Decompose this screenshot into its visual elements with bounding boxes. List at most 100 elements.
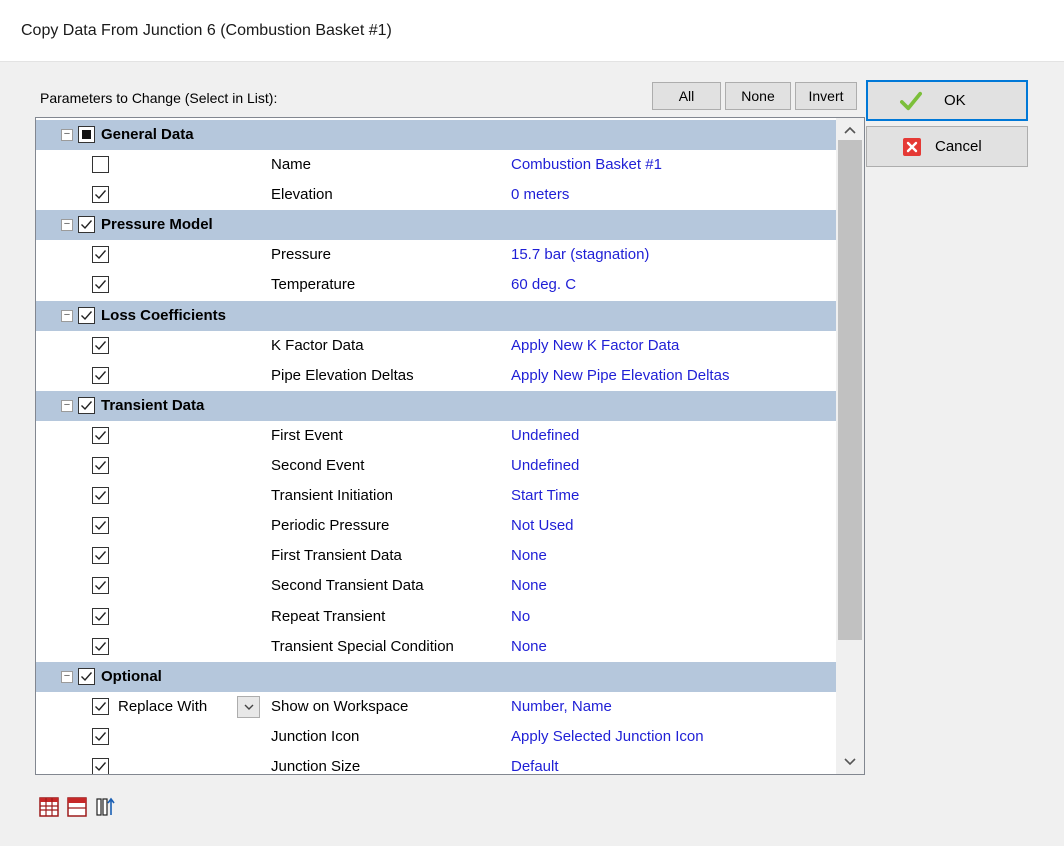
parameter-value: Apply New Pipe Elevation Deltas [511, 366, 730, 384]
parameter-name: Show on Workspace [271, 697, 409, 715]
parameter-row[interactable]: Junction Size Default [36, 752, 836, 775]
parameter-row[interactable]: Pipe Elevation Deltas Apply New Pipe Elev… [36, 361, 836, 391]
parameter-name: Name [271, 156, 312, 174]
parameter-row[interactable]: Elevation 0 meters [36, 180, 836, 210]
parameter-row[interactable]: First Transient Data None [36, 541, 836, 571]
parameter-row[interactable]: Junction Icon Apply Selected Junction Ico… [36, 722, 836, 752]
parameter-row[interactable]: Name Combustion Basket #1 [36, 150, 836, 180]
parameter-value: Default [511, 757, 559, 775]
parameter-value: No [511, 607, 531, 625]
red-x-icon [901, 136, 923, 158]
replace-with-label: Replace With [118, 697, 208, 715]
parameters-label: Parameters to Change (Select in List): [40, 90, 278, 106]
group-row[interactable]: − General Data [36, 120, 836, 151]
group-label: General Data [101, 126, 194, 143]
parameter-row[interactable]: Pressure 15.7 bar (stagnation) [36, 240, 836, 270]
collapse-icon[interactable]: − [61, 129, 73, 141]
parameter-checkbox[interactable] [92, 727, 109, 745]
parameter-checkbox[interactable] [92, 426, 109, 444]
parameter-checkbox[interactable] [92, 366, 109, 384]
parameter-checkbox[interactable] [92, 637, 109, 655]
parameter-row[interactable]: Temperature 60 deg. C [36, 270, 836, 300]
parameter-checkbox[interactable] [92, 547, 109, 565]
parameter-checkbox[interactable] [92, 757, 109, 774]
collapse-icon[interactable]: − [61, 219, 73, 232]
parameter-checkbox[interactable] [92, 156, 109, 174]
collapse-icon[interactable]: − [61, 399, 73, 412]
cancel-button-label: Cancel [935, 138, 982, 155]
parameter-checkbox[interactable] [92, 186, 109, 204]
ok-button-label: OK [944, 92, 966, 109]
group-checkbox[interactable] [78, 396, 95, 414]
parameter-value: Start Time [511, 487, 580, 505]
parameter-checkbox[interactable] [92, 246, 109, 264]
parameter-row[interactable]: Periodic Pressure Not Used [36, 511, 836, 541]
parameter-checkbox[interactable] [92, 697, 109, 715]
group-checkbox[interactable] [78, 126, 95, 143]
group-checkbox[interactable] [78, 667, 95, 685]
parameter-name: Junction Icon [271, 727, 360, 745]
group-checkbox[interactable] [78, 216, 95, 234]
group-row[interactable]: − Loss Coefficients [36, 300, 836, 331]
parameter-value: None [511, 547, 547, 565]
vertical-scrollbar[interactable] [836, 118, 864, 774]
parameter-checkbox[interactable] [92, 457, 109, 475]
parameter-value: Number, Name [511, 697, 612, 715]
parameter-value: Undefined [511, 457, 580, 475]
select-all-button[interactable]: All [652, 82, 721, 110]
cancel-button[interactable]: Cancel [866, 126, 1028, 167]
parameters-list[interactable]: − General Data Name Combustion Basket #1 Ele… [35, 117, 865, 775]
parameter-row[interactable]: Second Transient Data None [36, 571, 836, 601]
sort-columns-icon[interactable] [93, 795, 117, 819]
parameter-checkbox[interactable] [92, 517, 109, 535]
parameter-row[interactable]: First Event Undefined [36, 421, 836, 451]
group-row[interactable]: − Pressure Model [36, 210, 836, 241]
chevron-down-icon[interactable] [237, 695, 260, 718]
scroll-up-arrow-icon[interactable] [836, 120, 864, 140]
group-row[interactable]: − Optional [36, 661, 836, 692]
parameter-name: Elevation [271, 186, 333, 204]
parameter-value: Combustion Basket #1 [511, 156, 662, 174]
parameter-value: 15.7 bar (stagnation) [511, 246, 650, 264]
ok-button[interactable]: OK [866, 80, 1028, 121]
group-row[interactable]: − Transient Data [36, 390, 836, 421]
select-none-button[interactable]: None [725, 82, 791, 110]
group-label: Optional [101, 667, 162, 685]
parameter-name: Second Event [271, 457, 365, 475]
collapse-icon[interactable]: − [61, 309, 73, 322]
parameter-name: First Transient Data [271, 547, 402, 565]
collapse-icon[interactable]: − [61, 670, 73, 683]
parameter-name: Periodic Pressure [271, 517, 390, 535]
parameter-checkbox[interactable] [92, 276, 109, 294]
parameter-name: Temperature [271, 276, 356, 294]
parameter-name: Repeat Transient [271, 607, 386, 625]
scroll-down-arrow-icon[interactable] [836, 752, 864, 772]
dialog-titlebar: Copy Data From Junction 6 (Combustion Ba… [0, 0, 1064, 62]
parameter-name: Transient Special Condition [271, 637, 454, 655]
parameter-row[interactable]: Second Event Undefined [36, 451, 836, 481]
parameter-name: First Event [271, 426, 343, 444]
parameter-row[interactable]: Repeat Transient No [36, 602, 836, 632]
bottom-toolbar [37, 795, 117, 819]
scrollbar-thumb[interactable] [838, 140, 862, 640]
parameter-checkbox[interactable] [92, 607, 109, 625]
parameter-checkbox[interactable] [92, 577, 109, 595]
grid-icon[interactable] [37, 795, 61, 819]
parameter-value: Apply Selected Junction Icon [511, 727, 704, 745]
parameter-checkbox[interactable] [92, 487, 109, 505]
parameter-row[interactable]: Replace With Show on Workspace Number, Nam… [36, 692, 836, 722]
group-label: Loss Coefficients [101, 306, 227, 324]
parameter-checkbox[interactable] [92, 336, 109, 354]
dialog-title: Copy Data From Junction 6 (Combustion Ba… [21, 22, 392, 39]
group-checkbox[interactable] [78, 306, 95, 324]
parameter-row[interactable]: Transient Special Condition None [36, 632, 836, 662]
parameter-name: Pipe Elevation Deltas [271, 366, 414, 384]
parameter-value: None [511, 637, 547, 655]
parameter-name: Second Transient Data [271, 577, 424, 595]
parameter-row[interactable]: Transient Initiation Start Time [36, 481, 836, 511]
table-header-icon[interactable] [65, 795, 89, 819]
partial-fill-icon [82, 130, 91, 139]
parameter-name: Junction Size [271, 757, 361, 775]
invert-selection-button[interactable]: Invert [795, 82, 857, 110]
parameter-row[interactable]: K Factor Data Apply New K Factor Data [36, 331, 836, 361]
